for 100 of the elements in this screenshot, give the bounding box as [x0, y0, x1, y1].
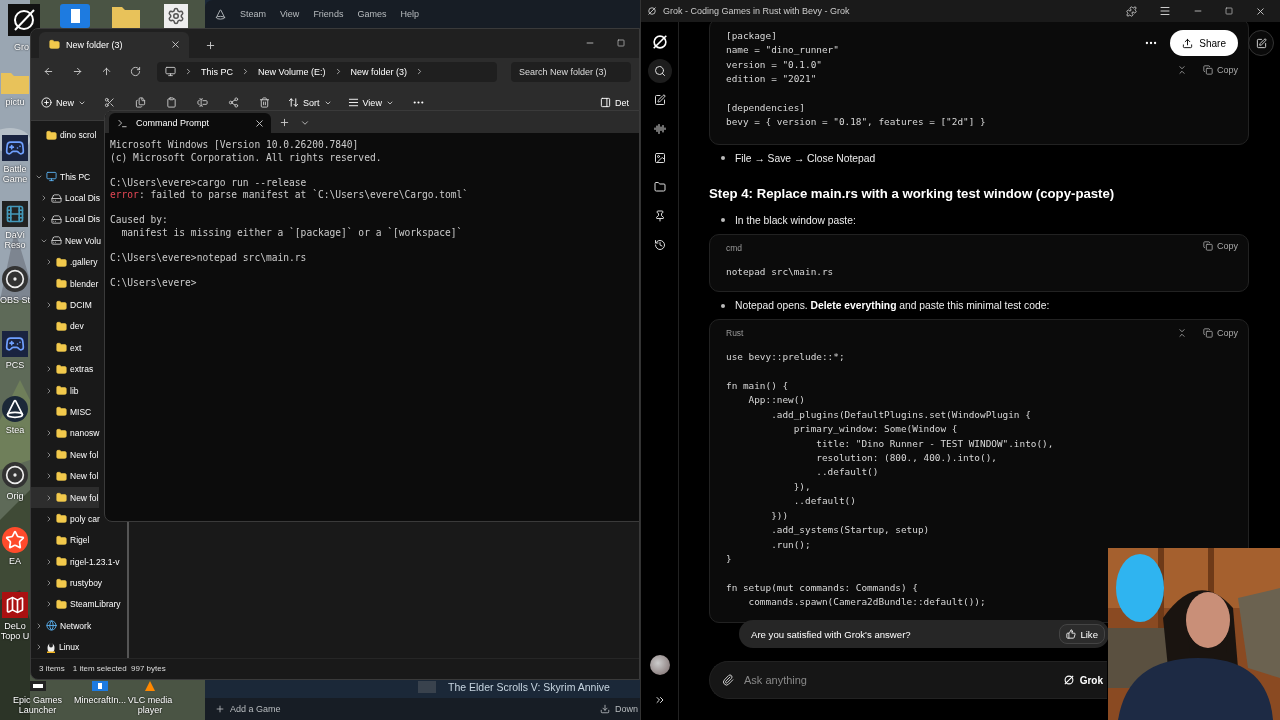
chevron-right-icon[interactable]	[45, 600, 53, 609]
app-icon[interactable]	[92, 681, 108, 691]
delete-button[interactable]	[257, 95, 272, 111]
tree-item[interactable]: New fol	[31, 486, 100, 509]
pin-icon	[653, 210, 666, 222]
monitor-icon	[165, 66, 176, 78]
chevron-right-icon[interactable]	[45, 493, 53, 502]
folder-tab[interactable]: New folder (3)	[39, 31, 189, 58]
code-line: [dependencies]	[726, 101, 806, 115]
folder-icon	[56, 320, 67, 332]
bullet-text: File → Save → Close Notepad	[735, 152, 876, 164]
game-thumbnail[interactable]	[418, 681, 436, 693]
maximize-button[interactable]	[1223, 5, 1235, 17]
tree-item[interactable]: DCIM	[31, 294, 93, 316]
chevron-right-icon[interactable]	[40, 215, 48, 224]
tree-item[interactable]: .gallery	[31, 251, 99, 273]
breadcrumb-item[interactable]: New Volume (E:)	[258, 66, 326, 77]
icon-label: MinecraftIn...	[74, 695, 126, 705]
tree-item[interactable]: ext	[31, 337, 83, 359]
like-button[interactable]: Like	[1059, 624, 1105, 644]
copy-button[interactable]: Copy	[1203, 240, 1238, 251]
share-button[interactable]	[226, 95, 241, 111]
tree-item[interactable]: dino scrol	[31, 124, 98, 146]
avatar[interactable]	[649, 655, 670, 675]
menu-item[interactable]: Games	[357, 9, 387, 19]
breadcrumb-item[interactable]: New folder (3)	[350, 66, 408, 77]
tree-item[interactable]: extras	[31, 358, 95, 380]
chevron-right-icon[interactable]	[45, 301, 53, 309]
tree-item[interactable]: blender	[31, 272, 100, 295]
gamepad-icon[interactable]	[2, 331, 28, 358]
chevron-right-icon	[241, 67, 250, 77]
chevron-right-icon[interactable]	[45, 557, 53, 566]
gear-icon[interactable]	[164, 4, 188, 28]
address-bar[interactable]: This PC New Volume (E:) New folder (3)	[157, 61, 497, 82]
tree-item[interactable]: dev	[31, 315, 85, 338]
app-icon[interactable]	[60, 4, 90, 28]
copy-button[interactable]: Copy	[1203, 65, 1238, 75]
menu-item[interactable]: Steam	[240, 9, 266, 19]
menu-item[interactable]: View	[280, 9, 300, 19]
tree-item[interactable]: New fol	[31, 444, 100, 466]
folder-icon	[56, 256, 67, 268]
tree-item[interactable]: lib	[31, 379, 80, 402]
sort-button[interactable]: Sort	[288, 97, 332, 109]
chevron-right-icon[interactable]	[45, 386, 53, 395]
menu-item[interactable]: Help	[400, 9, 419, 19]
chevron-right-icon[interactable]	[45, 258, 53, 267]
tree-item[interactable]: New fol	[31, 465, 100, 487]
copy-icon	[1203, 328, 1213, 339]
tree-item[interactable]: Local Dis	[31, 187, 101, 209]
share-button[interactable]: Share	[1170, 30, 1238, 56]
chevron-right-icon[interactable]	[35, 643, 43, 652]
search-field[interactable]: Search New folder (3)	[511, 61, 631, 82]
icon-label: PCS	[5, 360, 25, 371]
tree-item[interactable]: poly car	[31, 508, 101, 530]
chevron-right-icon[interactable]	[45, 472, 53, 481]
chevron-right-icon[interactable]	[45, 579, 53, 588]
breadcrumb-item[interactable]: This PC	[201, 66, 233, 77]
paste-button[interactable]	[164, 95, 179, 111]
code-line: primary_window: Some(Window {	[792, 422, 958, 437]
model-button[interactable]: Grok	[1062, 674, 1103, 686]
gamepad-icon[interactable]	[2, 135, 28, 162]
edit-button[interactable]	[1248, 30, 1274, 56]
tree-item[interactable]: Network	[31, 615, 93, 637]
search-button[interactable]	[647, 59, 672, 83]
tree-item[interactable]: Local Dis	[31, 208, 101, 231]
add-game-button[interactable]: Add a Game	[215, 704, 281, 714]
tree-item[interactable]: Rigel	[31, 529, 91, 551]
tree-item[interactable]: rustyboy	[31, 572, 104, 594]
view-button[interactable]: View	[347, 97, 394, 109]
extensions-button[interactable]	[1124, 3, 1139, 19]
chevron-right-icon[interactable]	[45, 365, 53, 374]
ask-field[interactable]: Ask anything Grok	[709, 661, 1107, 699]
tree-item[interactable]: MISC	[31, 401, 93, 423]
folder-icon	[56, 342, 67, 354]
game-title[interactable]: The Elder Scrolls V: Skyrim Annive	[448, 681, 610, 693]
chevron-right-icon[interactable]	[35, 621, 43, 630]
tree-item[interactable]: This PC	[31, 166, 92, 188]
chevron-right-icon[interactable]	[45, 514, 53, 523]
film-icon[interactable]	[2, 200, 28, 227]
tree-item[interactable]: New Volu	[31, 230, 102, 252]
map-icon[interactable]	[2, 592, 28, 619]
tree-item[interactable]: Linux	[31, 636, 81, 658]
folder-icon	[49, 39, 60, 51]
chevron-right-icon[interactable]	[40, 194, 48, 203]
paperclip-icon[interactable]	[722, 674, 734, 686]
copy-button[interactable]	[133, 95, 148, 111]
copy-button[interactable]: Copy	[1203, 328, 1238, 339]
tree-item[interactable]: nanosw	[31, 422, 101, 445]
downloads-button[interactable]: Down	[600, 704, 638, 714]
tree-item[interactable]: SteamLibrary	[31, 593, 122, 616]
chevron-right-icon[interactable]	[45, 450, 53, 459]
menu-item[interactable]: Friends	[313, 9, 344, 19]
chevron-right-icon[interactable]	[45, 429, 53, 438]
tree-item[interactable]: rigel-1.23.1-v	[31, 551, 121, 573]
terminal-tab[interactable]: Command Prompt	[109, 113, 271, 133]
plus-icon	[279, 117, 290, 128]
code-line: fn setup(mut commands: Commands) {	[726, 580, 918, 595]
new-button[interactable]: New	[41, 97, 86, 109]
details-button[interactable]: Det	[600, 97, 629, 109]
maximize-button[interactable]	[615, 37, 627, 50]
